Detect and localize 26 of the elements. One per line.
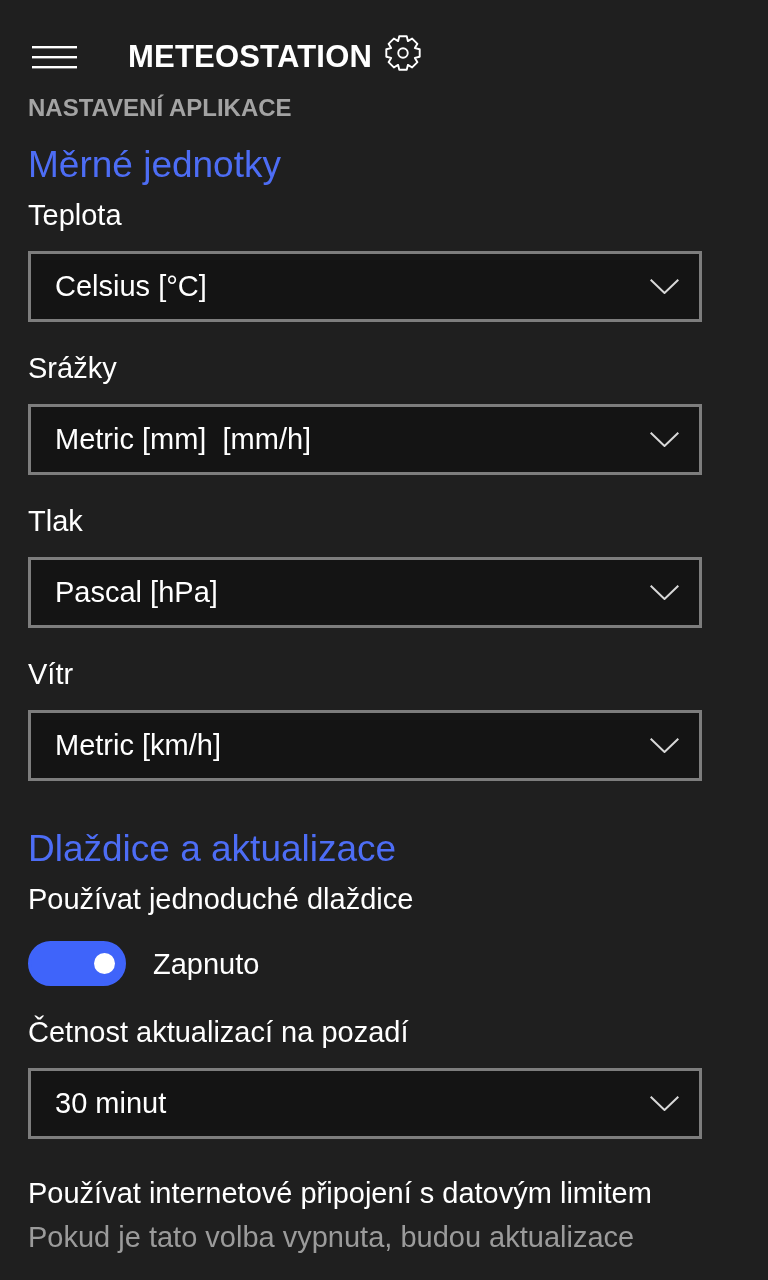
- page-title: NASTAVENÍ APLIKACE: [28, 93, 293, 123]
- toggle-state-text: Zapnuto: [153, 946, 260, 982]
- dropdown[interactable]: Metric [mm] [mm/h]: [28, 404, 702, 475]
- dropdown[interactable]: 30 minut: [28, 1068, 702, 1139]
- setting-label: Teplota: [28, 198, 123, 233]
- setting-label: Vítr: [28, 657, 75, 692]
- chevron-down-icon: [650, 279, 679, 294]
- dropdown[interactable]: Celsius [°C]: [28, 251, 702, 322]
- settings-icon[interactable]: [384, 34, 423, 72]
- chevron-down-icon: [650, 1096, 679, 1111]
- setting-label: Používat internetové připojení s datovým limitem: [28, 1176, 653, 1211]
- setting-description: Pokud je tato volba vypnuta, budou aktualizace: [28, 1220, 636, 1255]
- dropdown[interactable]: Pascal [hPa]: [28, 557, 702, 628]
- chevron-down-icon: [650, 738, 679, 753]
- toggle-switch[interactable]: [28, 941, 126, 986]
- section-heading: Měrné jednotky: [28, 143, 282, 187]
- chevron-down-icon: [650, 585, 679, 600]
- section-heading: Dlaždice a aktualizace: [28, 827, 398, 871]
- setting-label: Používat jednoduché dlaždice: [28, 882, 415, 917]
- chevron-down-icon: [650, 432, 679, 447]
- setting-label: Tlak: [28, 504, 84, 539]
- app-title: METEOSTATION: [128, 38, 373, 76]
- menu-icon[interactable]: [32, 45, 77, 69]
- dropdown[interactable]: Metric [km/h]: [28, 710, 702, 781]
- setting-label: Srážky: [28, 351, 118, 386]
- setting-label: Četnost aktualizací na pozadí: [28, 1014, 410, 1050]
